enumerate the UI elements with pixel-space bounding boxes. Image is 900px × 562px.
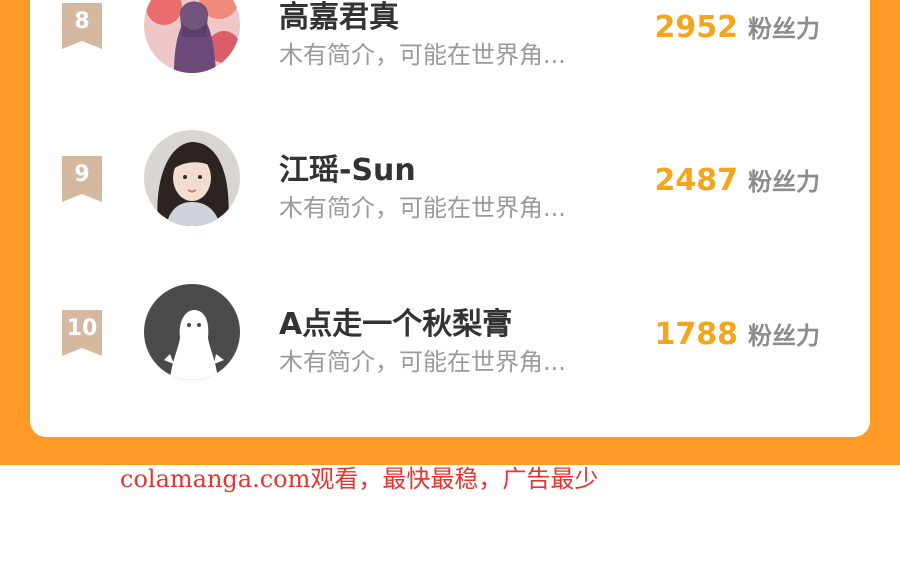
avatar[interactable] <box>144 130 240 226</box>
avatar[interactable] <box>144 0 240 73</box>
rank-badge: 8 <box>60 3 104 49</box>
user-bio: 木有简介，可能在世界角... <box>279 348 566 376</box>
user-name[interactable]: 江瑶-Sun <box>279 145 416 189</box>
rank-badge: 9 <box>60 156 104 202</box>
avatar[interactable] <box>144 284 240 380</box>
rank-badge: 10 <box>60 310 104 356</box>
user-bio: 木有简介，可能在世界角... <box>279 41 566 69</box>
user-bio: 木有简介，可能在世界角... <box>279 194 566 222</box>
fans-label: 粉丝力 <box>748 168 820 196</box>
user-name[interactable]: 高嘉君真 <box>279 0 399 36</box>
ranking-row[interactable]: 10 A点走一个秋梨膏 木有简介，可能在世界角... 1788 粉丝力 <box>30 272 870 392</box>
fans-number: 2952 <box>654 10 739 45</box>
ranking-row[interactable]: 8 高嘉君真 木有简介，可能在世界角... 2952 粉丝力 <box>30 0 870 85</box>
fans-number: 1788 <box>654 317 739 352</box>
fans-label: 粉丝力 <box>748 322 820 350</box>
default-ghost-avatar-icon <box>144 284 240 380</box>
illustrated-girl-avatar-icon <box>144 0 240 73</box>
user-name[interactable]: A点走一个秋梨膏 <box>279 299 512 343</box>
rank-number: 8 <box>74 9 90 34</box>
photo-girl-avatar-icon <box>144 130 240 226</box>
footer-watermark: colamanga.com观看，最快最稳，广告最少 <box>120 465 599 493</box>
fans-score: 1788 粉丝力 <box>655 316 821 352</box>
fans-label: 粉丝力 <box>748 15 820 43</box>
fans-number: 2487 <box>654 163 739 198</box>
rank-number: 10 <box>66 316 98 341</box>
ranking-card: 8 高嘉君真 木有简介，可能在世界角... 2952 粉丝力 9 江瑶-Sun … <box>30 0 870 437</box>
ranking-row[interactable]: 9 江瑶-Sun 木有简介，可能在世界角... 2487 粉丝力 <box>30 118 870 238</box>
fans-score: 2487 粉丝力 <box>655 162 821 198</box>
fans-score: 2952 粉丝力 <box>655 9 821 45</box>
rank-number: 9 <box>74 162 90 187</box>
